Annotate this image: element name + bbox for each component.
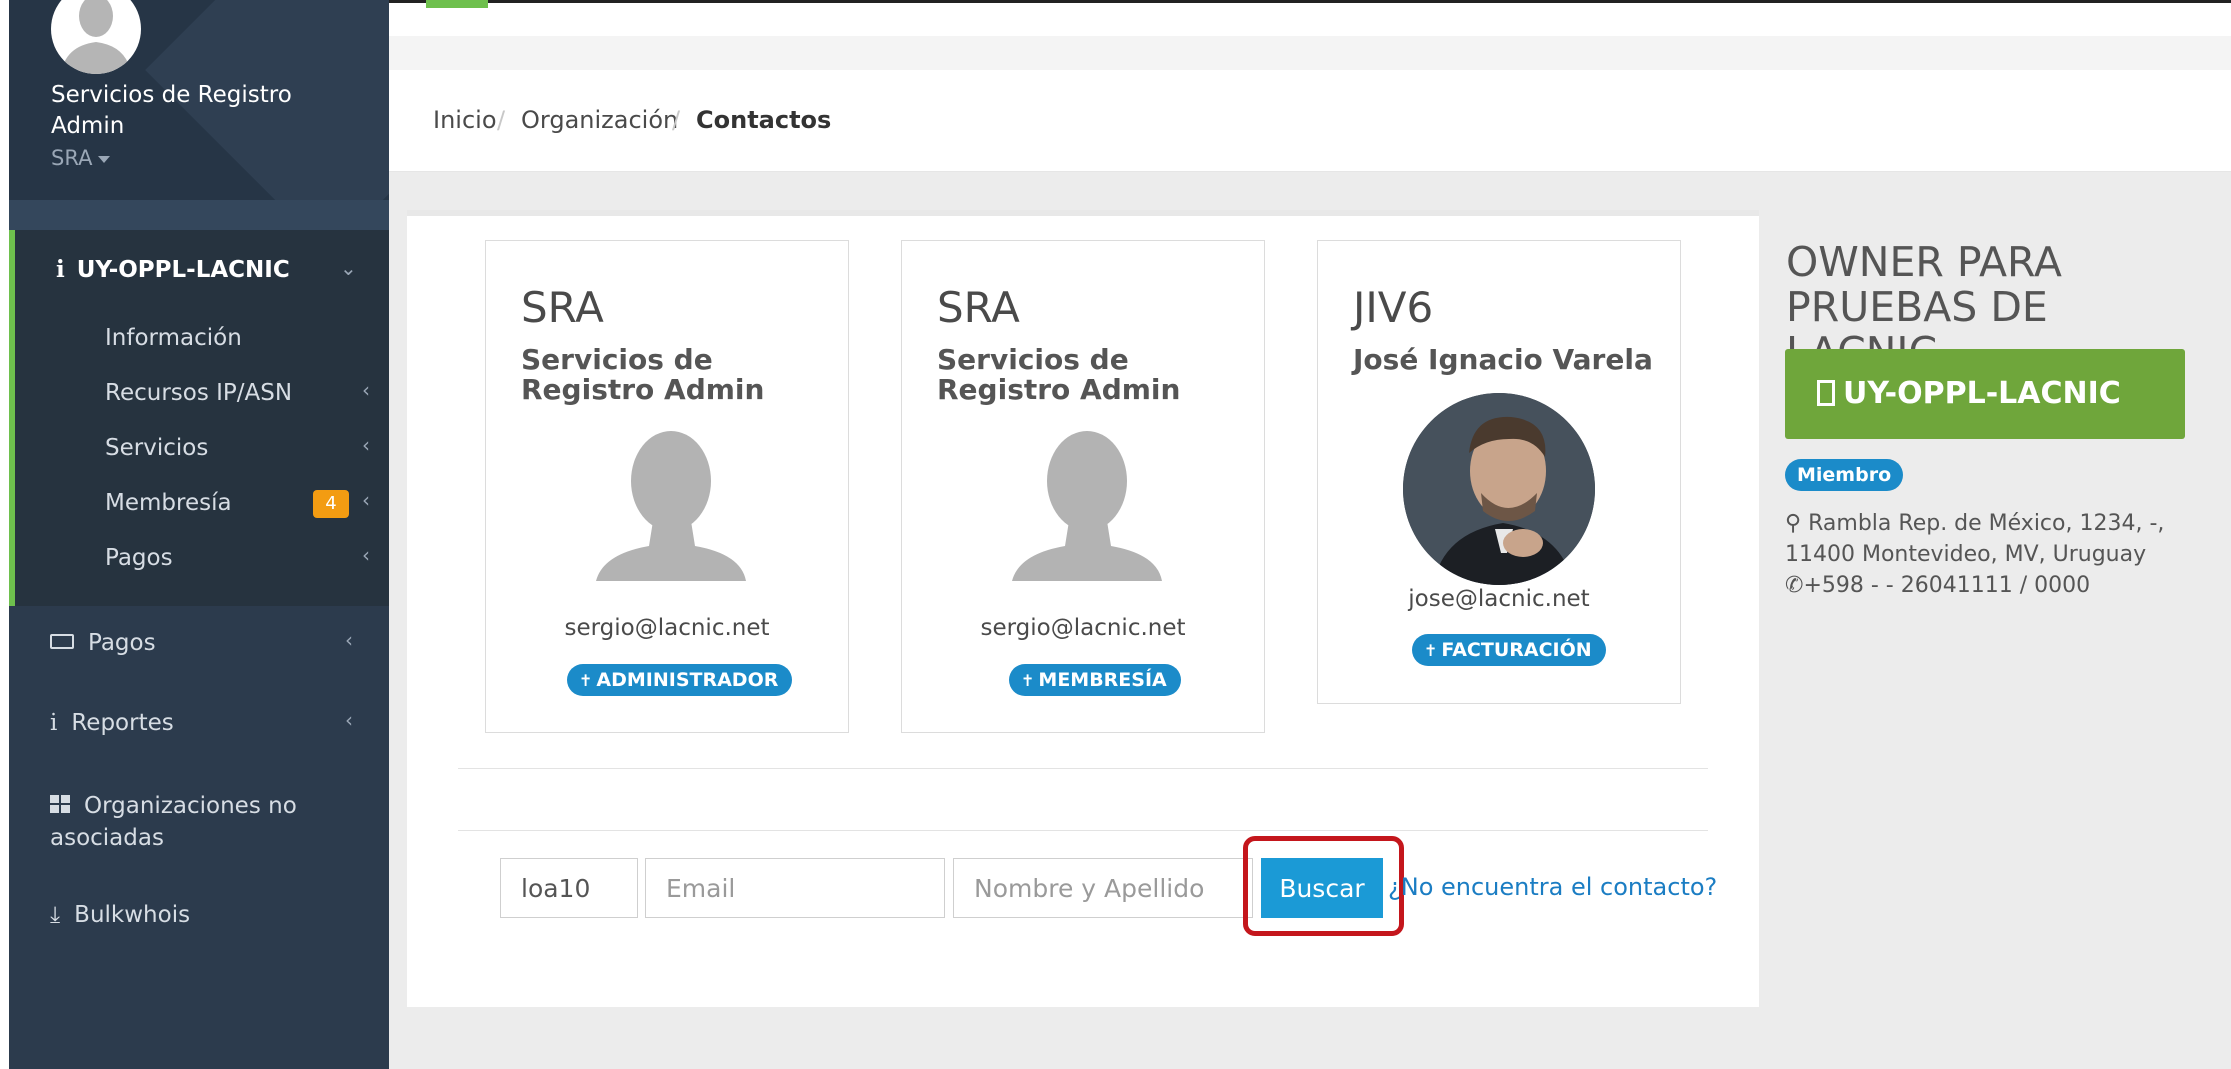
contact-name: Servicios de Registro Admin [521,343,765,406]
window-edge [0,0,9,1069]
user-tie-icon: ✝ [1424,641,1438,660]
role-badge-facturacion: ✝ FACTURACIÓN [1412,634,1606,666]
chevron-left-icon: ‹ [362,488,370,512]
role-badge-membresia: ✝ MEMBRESÍA [1009,664,1181,696]
sidebar-item-recursos[interactable]: Recursos IP/ASN [105,380,292,406]
name-input[interactable] [953,858,1253,918]
sidebar-item-org[interactable]: i UY-OPPL-LACNIC [56,256,290,283]
sidebar-item-label: Pagos [88,630,156,656]
sidebar-item-label: Organizaciones no asociadas [50,793,297,851]
sidebar-item-pagos[interactable]: Pagos [50,630,156,656]
email-input[interactable] [645,858,945,918]
org-address: ⚲ Rambla Rep. de México, 1234, -, 11400 … [1785,511,2165,598]
sidebar-item-label: Información [105,325,242,351]
user-role-dropdown[interactable]: SRA [51,146,111,170]
info-icon: i [56,256,65,283]
contact-email: jose@lacnic.net [1408,586,1590,612]
chevron-left-icon: ‹ [345,628,353,652]
map-marker-icon: ⚲ [1785,511,1802,536]
grid-icon [50,795,70,813]
money-icon [50,634,74,649]
user-panel: Servicios de Registro Admin SRA [9,0,389,200]
user-role: SRA [51,146,93,170]
sidebar-item-label: Servicios [105,435,209,461]
org-submenu [9,230,389,606]
highlight-box [1243,836,1404,936]
contact-code: JIV6 [1353,283,1434,332]
sidebar-item-organizaciones[interactable]: Organizaciones no asociadas [50,790,350,854]
topbar [389,0,2231,36]
membresia-count-badge: 4 [313,490,349,518]
chevron-left-icon: ‹ [362,543,370,567]
breadcrumb-home[interactable]: Inicio [433,106,497,134]
chevron-left-icon: ‹ [362,433,370,457]
role-badge-administrador: ✝ ADMINISTRADOR [567,664,793,696]
contact-email: sergio@lacnic.net [980,615,1186,641]
sidebar-item-label: Membresía [105,490,232,516]
sidebar-item-label: Pagos [105,545,173,571]
sidebar-item-bulkwhois[interactable]: ⤓ Bulkwhois [50,902,190,928]
chevron-down-icon: ⌄ [340,256,357,280]
breadcrumb-current: Contactos [696,106,832,134]
info-icon: i [50,710,58,736]
chevron-left-icon: ‹ [345,708,353,732]
user-name: Servicios de Registro Admin [51,82,292,139]
contact-card: SRA Servicios de Registro Admin sergio@l… [901,240,1265,733]
sidebar-item-membresia[interactable]: Membresía [105,490,232,516]
contact-code: SRA [937,283,1020,332]
sidebar-org-label: UY-OPPL-LACNIC [76,257,290,283]
sidebar-item-label: Reportes [71,710,174,736]
breadcrumb: Inicio / Organización / Contactos [389,70,2231,172]
sidebar-item-informacion[interactable]: Información [105,325,242,351]
sidebar-item-pagos-sub[interactable]: Pagos [105,545,173,571]
default-avatar [1007,426,1162,581]
sidebar-item-label: Bulkwhois [74,902,191,928]
breadcrumb-org[interactable]: Organización [521,106,678,134]
contact-card: JIV6 José Ignacio Varela jose@lacnic.net… [1317,240,1681,704]
sidebar-item-label: Recursos IP/ASN [105,380,293,406]
contact-not-found-link[interactable]: ¿No encuentra el contacto? [1388,873,1717,901]
download-icon: ⤓ [50,902,61,928]
building-icon [1817,380,1835,406]
org-button[interactable]: UY-OPPL-LACNIC [1785,349,2185,439]
user-avatar [51,0,141,74]
contact-name: José Ignacio Varela [1353,343,1653,376]
member-badge: Miembro [1785,459,1904,491]
sidebar-item-reportes[interactable]: i Reportes [50,710,174,736]
contact-name: Servicios de Registro Admin [937,343,1181,406]
contact-photo [1403,393,1595,585]
user-tie-icon: ✝ [1021,671,1035,690]
default-avatar [591,426,746,581]
sidebar-item-servicios[interactable]: Servicios [105,435,208,461]
user-tie-icon: ✝ [579,671,593,690]
contact-code: SRA [521,283,604,332]
contact-card: SRA Servicios de Registro Admin sergio@l… [485,240,849,733]
contact-email: sergio@lacnic.net [564,615,770,641]
caret-down-icon [98,155,111,163]
phone-icon: ✆ [1785,573,1804,598]
contact-code-input[interactable] [500,858,638,918]
chevron-left-icon: ‹ [362,378,370,402]
